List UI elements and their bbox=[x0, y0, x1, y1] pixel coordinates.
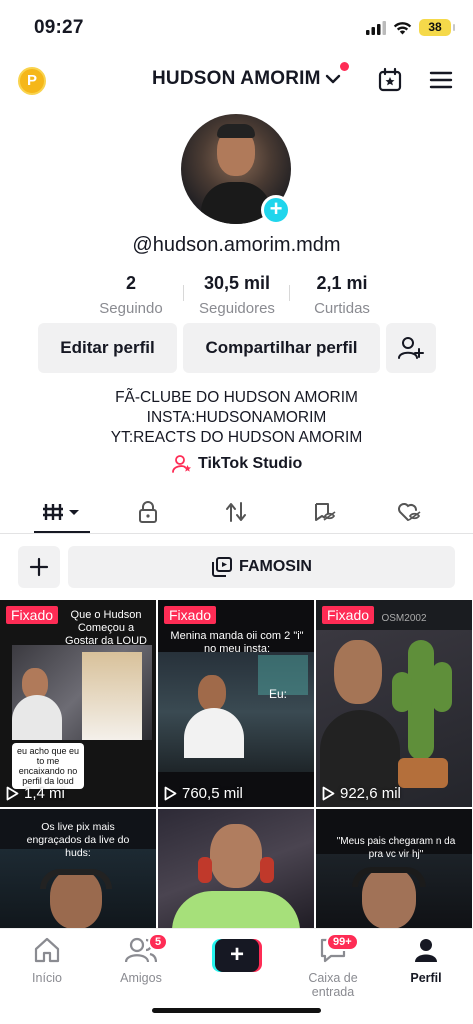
play-icon bbox=[322, 786, 335, 801]
profile-stats: 2 Seguindo 30,5 mil Seguidores 2,1 mi Cu… bbox=[0, 273, 473, 323]
pinned-badge: Fixado bbox=[322, 606, 375, 624]
playlist-icon bbox=[212, 557, 233, 577]
menu-icon[interactable] bbox=[428, 67, 454, 93]
playlist-label: FAMOSIN bbox=[239, 558, 312, 575]
tab-private[interactable] bbox=[126, 490, 170, 534]
profile-username: @hudson.amorim.mdm bbox=[132, 234, 341, 256]
stat-likes[interactable]: 2,1 mi Curtidas bbox=[302, 273, 382, 317]
coins-icon[interactable]: P bbox=[18, 67, 46, 95]
chevron-down-icon bbox=[325, 74, 340, 84]
content-tabs bbox=[0, 490, 473, 534]
play-icon bbox=[164, 786, 177, 801]
plus-icon: + bbox=[215, 939, 259, 972]
active-tab-indicator bbox=[34, 531, 90, 533]
video-thumbnail[interactable]: OSM2002 Fixado 922,6 mil bbox=[316, 600, 472, 807]
stat-followers[interactable]: 30,5 mil Seguidores bbox=[192, 273, 282, 317]
video-thumbnail[interactable]: Que o Hudson Começou a Gostar da LOUD eu… bbox=[0, 600, 156, 807]
view-count: 760,5 mil bbox=[164, 785, 243, 802]
grid-icon bbox=[43, 504, 79, 520]
signal-icon bbox=[366, 20, 386, 35]
studio-label: TikTok Studio bbox=[198, 455, 303, 472]
add-avatar-button[interactable]: + bbox=[261, 195, 291, 225]
heart-hidden-icon bbox=[398, 503, 421, 521]
nav-profile[interactable]: Perfil bbox=[381, 937, 471, 985]
plus-icon bbox=[29, 557, 49, 577]
bio-line: INSTA:HUDSONAMORIM bbox=[146, 409, 327, 426]
lock-icon bbox=[139, 501, 157, 523]
nav-inbox[interactable]: Caixa de entrada 99+ bbox=[286, 933, 380, 999]
add-friend-button[interactable] bbox=[386, 323, 436, 373]
play-icon bbox=[6, 786, 19, 801]
home-icon bbox=[34, 937, 60, 963]
tiktok-studio-link[interactable]: TikTok Studio bbox=[172, 455, 302, 473]
profile-header: P HUDSON AMORIM bbox=[0, 58, 473, 104]
nav-home[interactable]: Início bbox=[2, 937, 92, 985]
edit-profile-button[interactable]: Editar perfil bbox=[38, 323, 177, 373]
playlist-famosin[interactable]: FAMOSIN bbox=[68, 546, 455, 588]
pinned-badge: Fixado bbox=[6, 606, 59, 624]
account-switcher[interactable]: HUDSON AMORIM bbox=[152, 68, 341, 90]
account-title: HUDSON AMORIM bbox=[152, 68, 321, 89]
nav-friends[interactable]: Amigos 5 bbox=[96, 933, 186, 985]
profile-bio: FÃ-CLUBE DO HUDSON AMORIM INSTA:HUDSONAM… bbox=[0, 388, 473, 448]
inbox-badge: 99+ bbox=[326, 933, 359, 951]
profile-icon bbox=[415, 939, 437, 962]
wifi-icon bbox=[393, 21, 412, 34]
status-bar: 09:27 38 bbox=[0, 0, 473, 52]
status-icons: 38 bbox=[366, 19, 455, 36]
create-button[interactable]: + bbox=[212, 939, 262, 972]
bookmark-hidden-icon bbox=[315, 503, 336, 521]
share-profile-button[interactable]: Compartilhar perfil bbox=[183, 323, 380, 373]
add-user-icon bbox=[398, 337, 424, 359]
view-count: 1,4 mi bbox=[6, 785, 65, 802]
video-thumbnail[interactable]: Menina manda oii com 2 "i" no meu insta:… bbox=[158, 600, 314, 807]
add-playlist-button[interactable] bbox=[18, 546, 60, 588]
tab-saved[interactable] bbox=[302, 490, 346, 534]
battery-indicator: 38 bbox=[419, 19, 455, 36]
studio-user-icon bbox=[172, 455, 191, 473]
status-time: 09:27 bbox=[34, 17, 84, 38]
repost-icon bbox=[226, 502, 246, 522]
friends-badge: 5 bbox=[148, 933, 169, 951]
tab-reposts[interactable] bbox=[214, 490, 258, 534]
tab-videos[interactable] bbox=[34, 490, 90, 534]
calendar-star-icon[interactable] bbox=[377, 67, 403, 93]
notification-dot bbox=[340, 62, 349, 71]
bio-line: FÃ-CLUBE DO HUDSON AMORIM bbox=[115, 389, 358, 406]
view-count: 922,6 mil bbox=[322, 785, 401, 802]
home-indicator bbox=[152, 1008, 321, 1013]
tab-liked[interactable] bbox=[388, 490, 432, 534]
stat-following[interactable]: 2 Seguindo bbox=[92, 273, 170, 317]
bio-line: YT:REACTS DO HUDSON AMORIM bbox=[110, 429, 363, 446]
pinned-badge: Fixado bbox=[164, 606, 217, 624]
